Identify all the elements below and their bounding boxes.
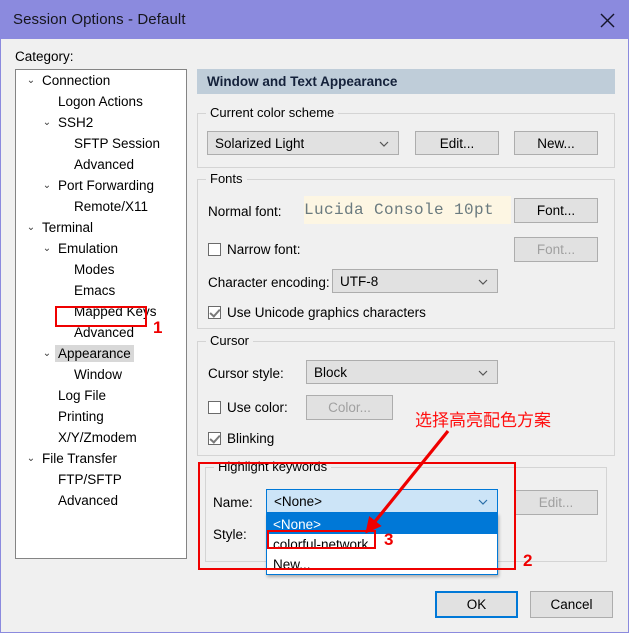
tree-item-advanced[interactable]: Advanced bbox=[16, 154, 186, 175]
unicode-graphics-label: Use Unicode graphics characters bbox=[227, 305, 426, 320]
cursor-style-combo[interactable]: Block bbox=[306, 360, 498, 384]
narrow-font-label: Narrow font: bbox=[227, 242, 301, 257]
tree-item-label: File Transfer bbox=[42, 451, 118, 466]
annotation-note-text: 选择高亮配色方案 bbox=[415, 411, 551, 431]
tree-item-remote-x11[interactable]: Remote/X11 bbox=[16, 196, 186, 217]
tree-item-x-y-zmodem[interactable]: X/Y/Zmodem bbox=[16, 427, 186, 448]
tree-item-sftp-session[interactable]: SFTP Session bbox=[16, 133, 186, 154]
tree-item-connection[interactable]: ⌄ Connection bbox=[16, 70, 186, 91]
title-bar: Session Options - Default bbox=[1, 1, 628, 39]
tree-item-label: SSH2 bbox=[58, 115, 94, 130]
chevron-down-icon[interactable]: ⌄ bbox=[40, 175, 54, 196]
tree-item-terminal[interactable]: ⌄ Terminal bbox=[16, 217, 186, 238]
character-encoding-value: UTF-8 bbox=[340, 273, 379, 289]
tree-item-label: Window bbox=[74, 367, 123, 382]
tree-item-label: SFTP Session bbox=[74, 136, 161, 151]
tree-item-ssh2[interactable]: ⌄ SSH2 bbox=[16, 112, 186, 133]
tree-item-label: FTP/SFTP bbox=[58, 472, 122, 487]
annotation-marker-3: 3 bbox=[384, 530, 394, 549]
cursor-color-button: Color... bbox=[306, 395, 393, 420]
tree-item-label: Log File bbox=[58, 388, 107, 403]
highlight-edit-button: Edit... bbox=[514, 490, 598, 515]
tree-item-printing[interactable]: Printing bbox=[16, 406, 186, 427]
annotation-box-appearance bbox=[55, 306, 147, 327]
use-color-checkbox[interactable]: Use color: bbox=[208, 400, 288, 415]
ok-button[interactable]: OK bbox=[435, 591, 518, 618]
chevron-down-icon bbox=[378, 137, 390, 149]
session-options-dialog: Session Options - Default Category: ⌄ Con… bbox=[0, 0, 629, 633]
tree-item-label: Advanced bbox=[74, 157, 135, 172]
chevron-down-icon[interactable]: ⌄ bbox=[24, 217, 38, 238]
checkbox-box bbox=[208, 432, 221, 445]
tree-item-label: Remote/X11 bbox=[74, 199, 149, 214]
tree-item-label: Port Forwarding bbox=[58, 178, 155, 193]
tree-item-logon-actions[interactable]: Logon Actions bbox=[16, 91, 186, 112]
tree-item-label: Appearance bbox=[55, 345, 134, 362]
cursor-style-value: Block bbox=[314, 364, 348, 380]
tree-item-label: Emacs bbox=[74, 283, 116, 298]
tree-item-advanced[interactable]: Advanced bbox=[16, 490, 186, 511]
tree-item-file-transfer[interactable]: ⌄ File Transfer bbox=[16, 448, 186, 469]
tree-item-window[interactable]: Window bbox=[16, 364, 186, 385]
annotation-box-highlight-group bbox=[198, 462, 516, 570]
chevron-down-icon[interactable]: ⌄ bbox=[24, 448, 38, 469]
tree-item-label: Modes bbox=[74, 262, 115, 277]
checkbox-box bbox=[208, 306, 221, 319]
normal-font-label: Normal font: bbox=[208, 204, 282, 219]
chevron-down-icon bbox=[477, 366, 489, 378]
use-color-label: Use color: bbox=[227, 400, 288, 415]
color-scheme-new-button[interactable]: New... bbox=[514, 131, 598, 155]
color-scheme-value: Solarized Light bbox=[215, 135, 305, 151]
chevron-down-icon[interactable]: ⌄ bbox=[40, 238, 54, 259]
annotation-marker-1: 1 bbox=[153, 318, 163, 337]
fonts-legend: Fonts bbox=[206, 171, 247, 186]
tree-item-label: Logon Actions bbox=[58, 94, 143, 109]
character-encoding-combo[interactable]: UTF-8 bbox=[332, 269, 498, 293]
checkbox-box bbox=[208, 243, 221, 256]
category-label: Category: bbox=[15, 49, 74, 64]
chevron-down-icon[interactable]: ⌄ bbox=[40, 112, 54, 133]
cursor-legend: Cursor bbox=[206, 333, 254, 348]
normal-font-value: Lucida Console 10pt bbox=[304, 196, 511, 224]
window-title: Session Options - Default bbox=[13, 11, 186, 28]
tree-item-label: Connection bbox=[42, 73, 111, 88]
blinking-label: Blinking bbox=[227, 431, 275, 446]
narrow-font-button: Font... bbox=[514, 237, 598, 262]
checkbox-box bbox=[208, 401, 221, 414]
tree-item-port-forwarding[interactable]: ⌄ Port Forwarding bbox=[16, 175, 186, 196]
tree-item-emulation[interactable]: ⌄ Emulation bbox=[16, 238, 186, 259]
blinking-checkbox[interactable]: Blinking bbox=[208, 431, 274, 446]
color-scheme-edit-button[interactable]: Edit... bbox=[415, 131, 499, 155]
unicode-graphics-checkbox[interactable]: Use Unicode graphics characters bbox=[208, 305, 426, 320]
tree-item-emacs[interactable]: Emacs bbox=[16, 280, 186, 301]
normal-font-button[interactable]: Font... bbox=[514, 198, 598, 223]
cursor-style-label: Cursor style: bbox=[208, 366, 284, 381]
color-scheme-combo[interactable]: Solarized Light bbox=[207, 131, 399, 155]
tree-item-label: Printing bbox=[58, 409, 104, 424]
tree-item-log-file[interactable]: Log File bbox=[16, 385, 186, 406]
tree-item-modes[interactable]: Modes bbox=[16, 259, 186, 280]
chevron-down-icon[interactable]: ⌄ bbox=[24, 70, 38, 91]
narrow-font-checkbox[interactable]: Narrow font: bbox=[208, 242, 301, 257]
cancel-button[interactable]: Cancel bbox=[530, 591, 613, 618]
tree-item-label: Terminal bbox=[42, 220, 94, 235]
character-encoding-label: Character encoding: bbox=[208, 275, 330, 290]
chevron-down-icon bbox=[477, 275, 489, 287]
chevron-down-icon[interactable]: ⌄ bbox=[40, 343, 54, 364]
annotation-box-colorful-network bbox=[267, 530, 376, 549]
panel-header-text: Window and Text Appearance bbox=[207, 74, 398, 89]
tree-item-ftp-sftp[interactable]: FTP/SFTP bbox=[16, 469, 186, 490]
panel-header: Window and Text Appearance bbox=[197, 69, 615, 94]
color-scheme-legend: Current color scheme bbox=[206, 105, 339, 120]
close-icon[interactable] bbox=[584, 1, 628, 39]
tree-item-label: Emulation bbox=[58, 241, 119, 256]
annotation-marker-2: 2 bbox=[523, 551, 533, 570]
tree-item-appearance[interactable]: ⌄ Appearance bbox=[16, 343, 186, 364]
tree-item-label: X/Y/Zmodem bbox=[58, 430, 137, 445]
tree-item-label: Advanced bbox=[58, 493, 119, 508]
